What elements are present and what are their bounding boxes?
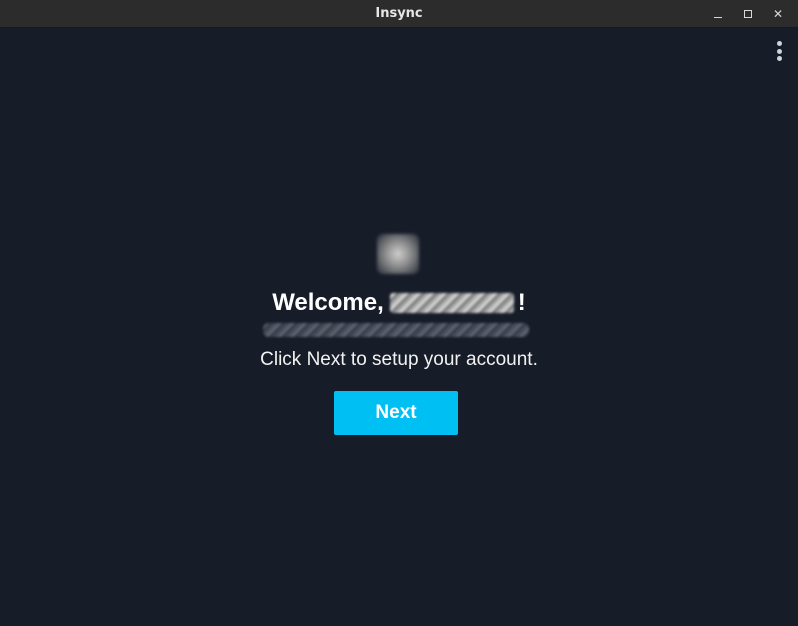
menu-dot <box>776 48 782 54</box>
redacted-user-email <box>263 323 529 337</box>
close-button[interactable]: ✕ <box>767 4 789 24</box>
main-content: Welcome, ! Click Next to setup your acco… <box>0 29 798 626</box>
minimize-icon <box>714 16 722 18</box>
kebab-menu-icon[interactable] <box>770 39 788 63</box>
menu-dot <box>776 41 782 46</box>
menu-dot <box>776 56 782 61</box>
setup-instruction: Click Next to setup your account. <box>260 349 538 370</box>
next-button[interactable]: Next <box>334 391 458 435</box>
close-icon: ✕ <box>772 7 784 21</box>
avatar <box>377 234 419 274</box>
maximize-button[interactable] <box>737 4 759 24</box>
welcome-greeting: Welcome, <box>272 289 384 316</box>
minimize-button[interactable] <box>707 4 729 24</box>
welcome-exclamation: ! <box>517 289 526 316</box>
welcome-heading: Welcome, ! <box>0 286 798 320</box>
redacted-user-name <box>389 293 514 313</box>
window-titlebar[interactable]: Insync ✕ <box>0 0 798 28</box>
window-title: Insync <box>375 6 423 21</box>
maximize-icon <box>744 10 752 18</box>
